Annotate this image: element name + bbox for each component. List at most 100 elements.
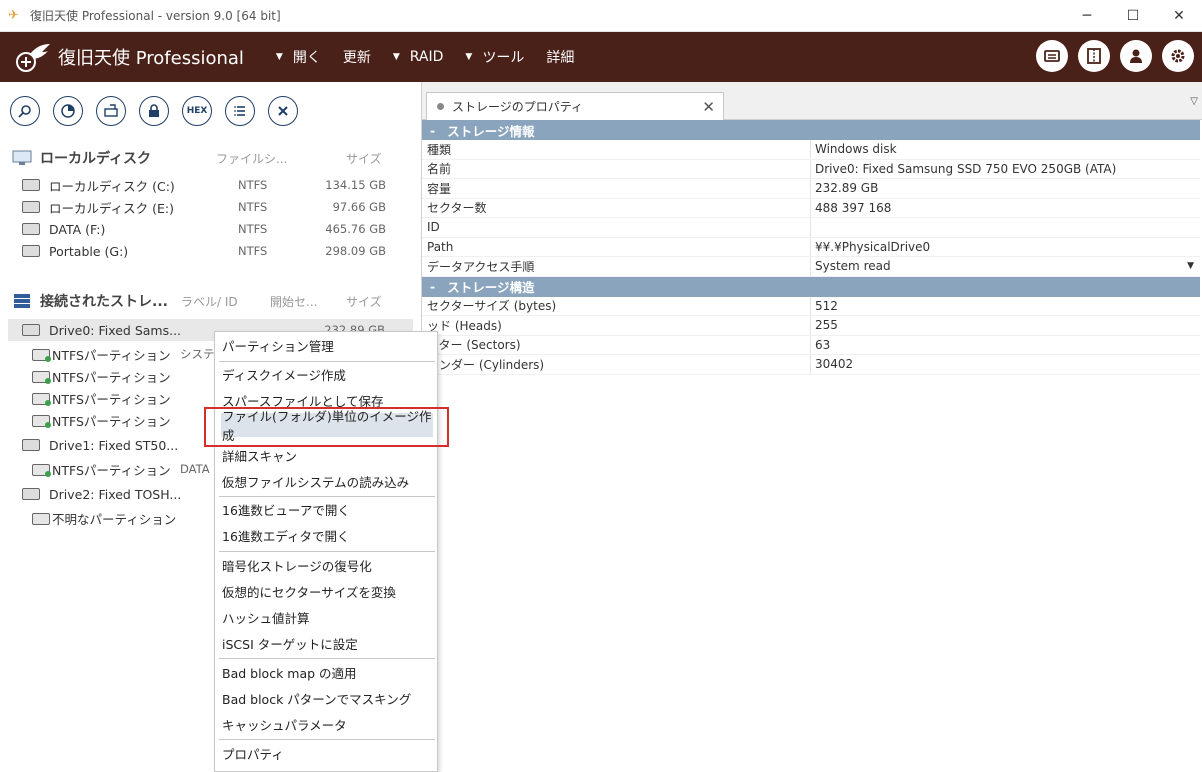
disk-size: 465.76 GB bbox=[325, 222, 386, 236]
tab-storage-properties[interactable]: ストレージのプロパティ ✕ bbox=[426, 92, 724, 120]
dropdown-arrow-icon: ▼ bbox=[392, 52, 400, 62]
property-key: ッド (Heads) bbox=[422, 316, 811, 335]
monitor-icon bbox=[12, 150, 32, 165]
property-row[interactable]: 名前 Drive0: Fixed Samsung SSD 750 EVO 250G… bbox=[422, 159, 1200, 179]
group-storage-structure[interactable]: - ストレージ構造 bbox=[422, 276, 1200, 297]
menu-item-cache-params[interactable]: キャッシュパラメータ bbox=[221, 712, 433, 736]
left-toolbar: HEX bbox=[0, 82, 420, 126]
close-tool-button[interactable] bbox=[268, 96, 298, 126]
search-tool-button[interactable] bbox=[10, 96, 40, 126]
property-row[interactable]: 容量 232.89 GB bbox=[422, 179, 1200, 199]
menu-item-hex-editor[interactable]: 16進数エディタで開く bbox=[221, 523, 433, 547]
disk-size: 97.66 GB bbox=[332, 200, 386, 214]
partition-icon bbox=[32, 464, 51, 477]
tab-bar: ストレージのプロパティ ✕ ▽ bbox=[422, 82, 1202, 120]
disk-filesystem: NTFS bbox=[238, 244, 268, 258]
property-value: 30402 bbox=[815, 357, 854, 372]
menu-item-bad-block-map[interactable]: Bad block map の適用 bbox=[221, 660, 433, 684]
property-key: セクターサイズ (bytes) bbox=[422, 296, 811, 315]
menu-item-decrypt[interactable]: 暗号化ストレージの復号化 bbox=[221, 553, 433, 577]
list-tool-button[interactable] bbox=[225, 96, 255, 126]
dropdown-arrow-icon[interactable]: ▼ bbox=[1187, 261, 1194, 271]
connected-storage-title: 接続されたストレ... bbox=[40, 294, 168, 310]
menu-item-hash[interactable]: ハッシュ値計算 bbox=[221, 605, 433, 629]
menu-refresh[interactable]: 更新 bbox=[343, 47, 371, 67]
menu-details[interactable]: 詳細 bbox=[546, 47, 574, 67]
gear-icon bbox=[1171, 49, 1185, 63]
disk-filesystem: NTFS bbox=[238, 200, 268, 214]
close-button[interactable]: ✕ bbox=[1156, 0, 1202, 32]
column-size[interactable]: サイズ bbox=[346, 293, 382, 310]
app-header: 復旧天使 Professional ▼ 開く 更新 ▼ RAID ▼ ツール 詳細 bbox=[0, 32, 1202, 82]
property-row[interactable]: 種類 Windows disk bbox=[422, 140, 1200, 160]
property-row[interactable]: セクターサイズ (bytes) 512 bbox=[422, 296, 1200, 316]
menu-item-partition-manage[interactable]: パーティション管理 bbox=[221, 333, 433, 357]
disk-scan-icon bbox=[61, 104, 75, 118]
column-label-id[interactable]: ラベル/ ID bbox=[181, 293, 238, 310]
property-value bbox=[811, 218, 1200, 237]
menu-open[interactable]: ▼ 開く bbox=[276, 47, 321, 67]
image-tool-button[interactable] bbox=[96, 96, 126, 126]
property-row[interactable]: セクター数 488 397 168 bbox=[422, 198, 1200, 218]
property-key: クター (Sectors) bbox=[422, 335, 811, 354]
tab-menu-icon[interactable]: ▽ bbox=[1190, 96, 1198, 107]
menu-item-iscsi[interactable]: iSCSI ターゲットに設定 bbox=[221, 631, 433, 655]
disk-filesystem: NTFS bbox=[238, 222, 268, 236]
menu-item-bad-block-mask[interactable]: Bad block パターンでマスキング bbox=[221, 686, 433, 710]
tab-label: ストレージのプロパティ bbox=[452, 100, 584, 114]
partition-icon bbox=[32, 513, 50, 525]
scan-tool-button[interactable] bbox=[53, 96, 83, 126]
menu-item-disk-image[interactable]: ディスクイメージ作成 bbox=[221, 362, 433, 386]
drive-name: Drive2: Fixed TOSH... bbox=[49, 486, 182, 502]
menu-item-virtual-fs[interactable]: 仮想ファイルシステムの読み込み bbox=[221, 469, 433, 493]
property-key: 容量 bbox=[422, 179, 811, 198]
menu-item-properties[interactable]: プロパティ bbox=[221, 741, 433, 765]
disk-name: ローカルディスク (E:) bbox=[49, 200, 174, 216]
highlight-annotation-box bbox=[204, 407, 449, 447]
property-value: Windows disk bbox=[815, 142, 897, 157]
dropdown-arrow-icon: ▼ bbox=[465, 52, 473, 62]
settings-button[interactable] bbox=[1162, 40, 1194, 72]
menu-label: RAID bbox=[409, 49, 444, 65]
menu-item-sector-size[interactable]: 仮想的にセクターサイズを変換 bbox=[221, 579, 433, 603]
property-key: リンダー (Cylinders) bbox=[422, 355, 811, 374]
property-value: 232.89 GB bbox=[815, 181, 879, 196]
panel-toggle-button[interactable] bbox=[1078, 40, 1110, 72]
group-storage-info[interactable]: - ストレージ情報 bbox=[422, 120, 1200, 140]
menu-tools[interactable]: ▼ ツール bbox=[465, 47, 524, 67]
tab-close-icon[interactable]: ✕ bbox=[702, 98, 715, 116]
property-row[interactable]: リンダー (Cylinders) 30402 bbox=[422, 355, 1200, 375]
disk-view-button[interactable] bbox=[1036, 40, 1068, 72]
connected-storage-header: 接続されたストレ... ラベル/ ID 開始セ... サイズ bbox=[12, 291, 412, 311]
property-row[interactable]: Path ¥¥.¥PhysicalDrive0 bbox=[422, 237, 1200, 257]
property-row[interactable]: ID bbox=[422, 218, 1200, 238]
property-row-access-method[interactable]: データアクセス手順 System read ▼ bbox=[422, 257, 1200, 277]
partition-label: DATA bbox=[180, 462, 210, 476]
partition-label: システ bbox=[180, 347, 215, 361]
menu-raid[interactable]: ▼ RAID bbox=[393, 49, 444, 65]
column-start-sector[interactable]: 開始セ... bbox=[270, 293, 317, 310]
lock-icon bbox=[149, 104, 159, 117]
hard-drive-icon bbox=[22, 439, 40, 451]
local-disk-row[interactable]: DATA (F:) NTFS 465.76 GB bbox=[0, 218, 420, 240]
hard-drive-icon bbox=[22, 179, 40, 191]
disk-image-icon bbox=[104, 104, 118, 117]
minimize-button[interactable]: ─ bbox=[1064, 0, 1110, 32]
column-size[interactable]: サイズ bbox=[346, 150, 382, 167]
property-row[interactable]: ッド (Heads) 255 bbox=[422, 316, 1200, 336]
close-icon bbox=[278, 106, 288, 116]
lock-tool-button[interactable] bbox=[139, 96, 169, 126]
local-disk-row[interactable]: ローカルディスク (E:) NTFS 97.66 GB bbox=[0, 196, 420, 218]
partition-name: NTFSパーティション bbox=[52, 413, 171, 429]
maximize-button[interactable]: ☐ bbox=[1110, 0, 1156, 32]
hex-tool-button[interactable]: HEX bbox=[182, 96, 212, 126]
property-value-select[interactable]: System read bbox=[811, 257, 1200, 276]
property-row[interactable]: クター (Sectors) 63 bbox=[422, 335, 1200, 355]
dropdown-arrow-icon: ▼ bbox=[275, 52, 283, 62]
local-disk-row[interactable]: ローカルディスク (C:) NTFS 134.15 GB bbox=[0, 174, 420, 196]
menu-item-hex-viewer[interactable]: 16進数ビューアで開く bbox=[221, 497, 433, 521]
column-filesystem[interactable]: ファイルシ... bbox=[216, 150, 287, 167]
account-button[interactable] bbox=[1120, 40, 1152, 72]
tab-bullet-icon bbox=[437, 103, 444, 110]
local-disk-row[interactable]: Portable (G:) NTFS 298.09 GB bbox=[0, 240, 420, 262]
